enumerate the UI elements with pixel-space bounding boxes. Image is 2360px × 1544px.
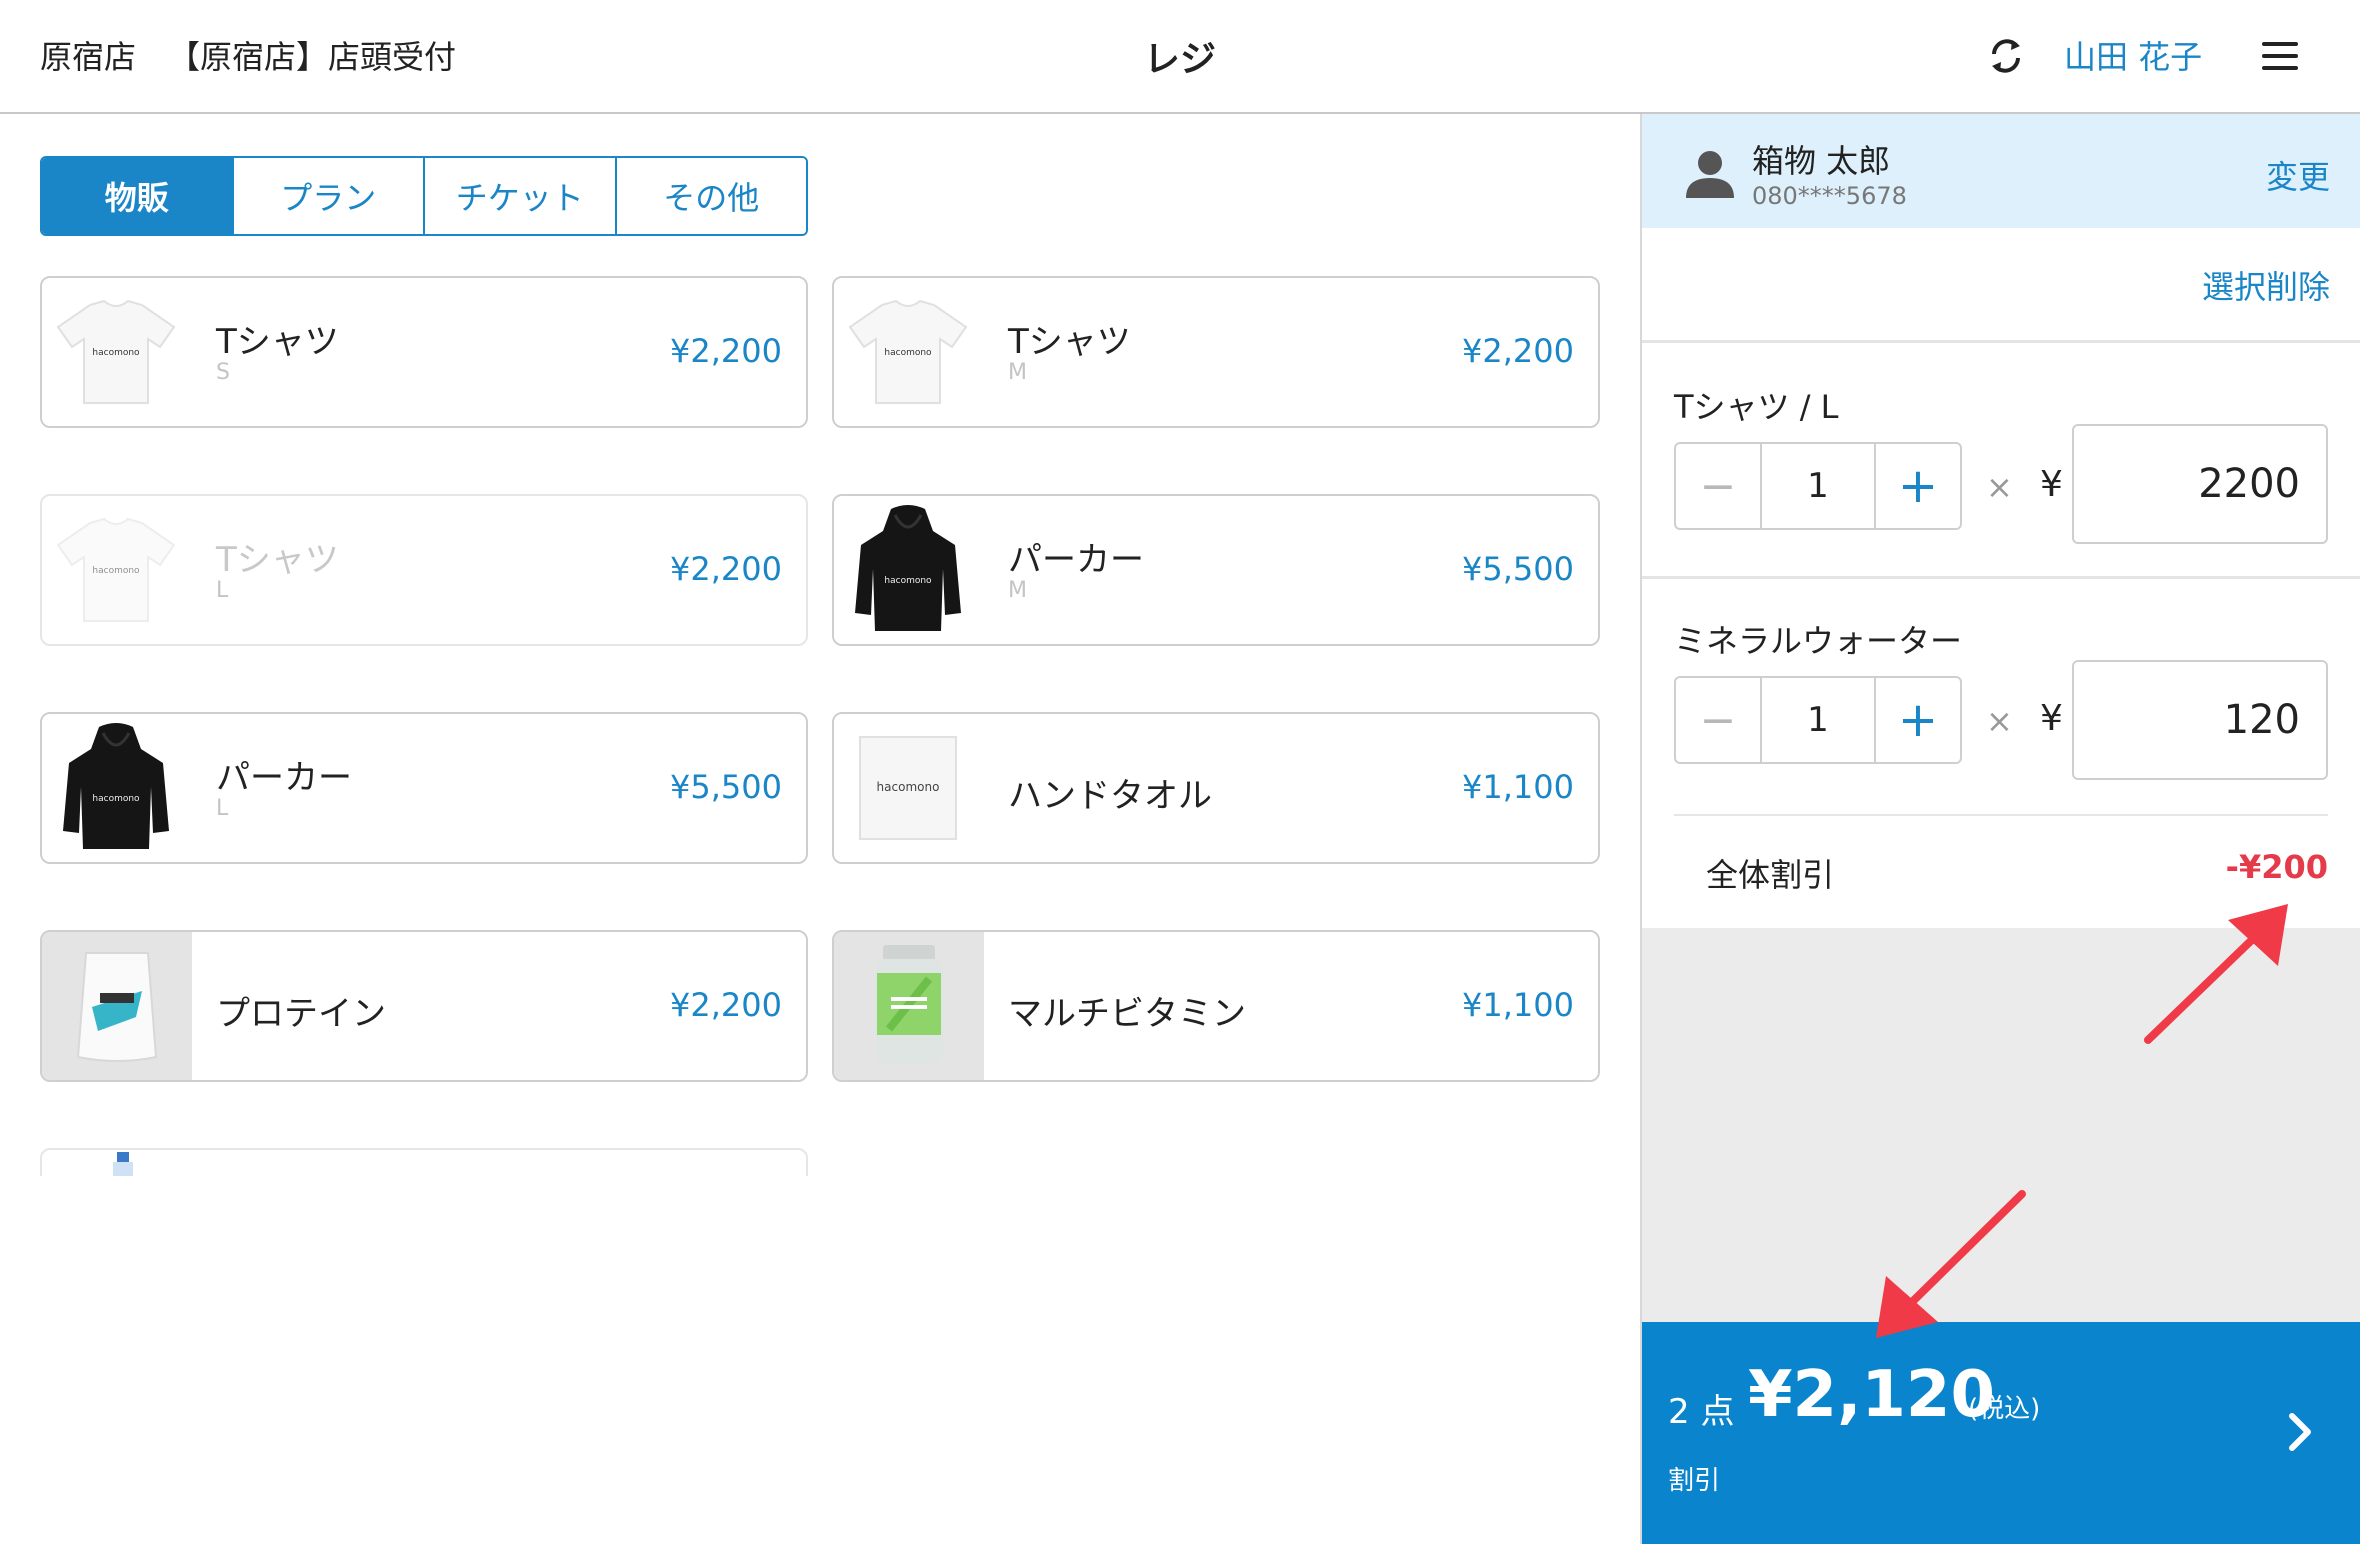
- store-name[interactable]: 原宿店: [40, 32, 136, 78]
- customer-name: 箱物 太郎: [1752, 142, 1891, 180]
- cart-item-title: Tシャツ / L: [1674, 388, 1839, 426]
- product-price: ¥2,200: [1462, 332, 1574, 370]
- towel-image: hacomono: [844, 724, 972, 852]
- tshirt-image: hacomono: [52, 506, 180, 634]
- product-price: ¥2,200: [670, 986, 782, 1024]
- customer-header: 箱物 太郎 080****5678 変更: [1642, 114, 2360, 228]
- product-card[interactable]: hacomono パーカー M ¥5,500: [832, 494, 1600, 646]
- tshirt-image: hacomono: [844, 288, 972, 416]
- product-name: Tシャツ: [216, 322, 339, 362]
- decrement-button[interactable]: −: [1676, 678, 1762, 762]
- quantity-stepper: − 1 +: [1674, 676, 1962, 764]
- tshirt-image: hacomono: [52, 288, 180, 416]
- tax-note: (税込): [1968, 1394, 2041, 1424]
- page-title: レジ: [1143, 39, 1216, 80]
- product-price: ¥1,100: [1462, 986, 1574, 1024]
- currency-symbol: ¥: [2040, 464, 2063, 505]
- quantity-stepper: − 1 +: [1674, 442, 1962, 530]
- product-variant: S: [216, 360, 230, 385]
- increment-button[interactable]: +: [1874, 678, 1960, 762]
- sync-icon[interactable]: [1986, 34, 2026, 78]
- tab-ticket[interactable]: チケット: [425, 158, 617, 234]
- product-variant: L: [216, 796, 229, 821]
- product-price: ¥2,200: [670, 550, 782, 588]
- product-variant: L: [216, 578, 229, 603]
- svg-text:hacomono: hacomono: [877, 780, 940, 794]
- product-price: ¥5,500: [1462, 550, 1574, 588]
- staff-user-name[interactable]: 山田 花子: [2064, 32, 2202, 78]
- unit-price-input[interactable]: 120: [2072, 660, 2328, 780]
- product-card[interactable]: hacomono パーカー L ¥5,500: [40, 712, 808, 864]
- currency-symbol: ¥: [2040, 698, 2063, 739]
- product-card[interactable]: hacomono ハンドタオル ¥1,100: [832, 712, 1600, 864]
- total-amount: ¥2,120: [1748, 1358, 1995, 1432]
- person-icon: [1686, 151, 1734, 198]
- product-card[interactable]: プロテイン ¥2,200: [40, 930, 808, 1082]
- unit-price-input[interactable]: 2200: [2072, 424, 2328, 544]
- svg-text:hacomono: hacomono: [92, 794, 140, 804]
- multiply-icon: ×: [1986, 702, 2013, 740]
- hoodie-image: hacomono: [52, 723, 180, 852]
- empty-area: [1642, 928, 2360, 1336]
- svg-text:hacomono: hacomono: [92, 348, 140, 358]
- svg-text:hacomono: hacomono: [884, 576, 932, 586]
- customer-phone: 080****5678: [1752, 182, 1907, 210]
- hoodie-image: hacomono: [844, 505, 972, 634]
- product-name: ハンドタオル: [1008, 776, 1212, 816]
- item-count: 2 点: [1668, 1392, 1735, 1432]
- delete-selected-button[interactable]: 選択削除: [2202, 262, 2330, 308]
- tab-other[interactable]: その他: [616, 158, 806, 234]
- total-discount-value[interactable]: -¥200: [2226, 848, 2328, 886]
- quantity-value[interactable]: 1: [1762, 444, 1874, 528]
- product-name: マルチビタミン: [1008, 994, 1246, 1034]
- product-price: ¥5,500: [670, 768, 782, 806]
- product-name: Tシャツ: [216, 540, 339, 580]
- change-customer-button[interactable]: 変更: [2266, 152, 2330, 198]
- chevron-right-icon[interactable]: [2280, 1408, 2320, 1456]
- hamburger-menu-icon[interactable]: [2262, 42, 2298, 70]
- increment-button[interactable]: +: [1874, 444, 1960, 528]
- multiply-icon: ×: [1986, 468, 2013, 506]
- divider: [1674, 814, 2328, 816]
- tab-goods[interactable]: 物販: [42, 158, 234, 234]
- product-price: ¥1,100: [1462, 768, 1574, 806]
- total-discount-label[interactable]: 全体割引: [1706, 850, 1834, 896]
- category-tabs: 物販 プラン チケット その他: [40, 156, 808, 236]
- product-card[interactable]: hacomono Tシャツ M ¥2,200: [832, 276, 1600, 428]
- top-bar: 原宿店 【原宿店】店頭受付 レジ 山田 花子: [0, 0, 2360, 114]
- tab-plan[interactable]: プラン: [233, 158, 425, 234]
- product-card[interactable]: hacomono Tシャツ S ¥2,200: [40, 276, 808, 428]
- vitamin-bottle-image: [834, 932, 984, 1080]
- product-grid: hacomono Tシャツ S ¥2,200 hacomono Tシャツ M ¥…: [40, 276, 1600, 1176]
- product-card-disabled: hacomono Tシャツ L ¥2,200: [40, 494, 808, 646]
- product-variant: M: [1008, 360, 1027, 385]
- quantity-value[interactable]: 1: [1762, 678, 1874, 762]
- divider: [1642, 340, 2360, 343]
- water-bottle-image: [52, 1152, 180, 1176]
- svg-text:hacomono: hacomono: [92, 566, 140, 576]
- checkout-bar[interactable]: 2 点 ¥2,120 (税込) 割引: [1642, 1322, 2360, 1544]
- product-name: パーカー: [216, 758, 352, 798]
- counter-name[interactable]: 【原宿店】店頭受付: [168, 32, 456, 78]
- discount-note: 割引: [1668, 1466, 1721, 1496]
- product-name: パーカー: [1008, 540, 1144, 580]
- cart-item-title: ミネラルウォーター: [1674, 622, 1963, 660]
- protein-image: [42, 932, 192, 1080]
- product-variant: M: [1008, 578, 1027, 603]
- product-card[interactable]: マルチビタミン ¥1,100: [832, 930, 1600, 1082]
- divider: [1642, 576, 2360, 579]
- decrement-button[interactable]: −: [1676, 444, 1762, 528]
- svg-text:hacomono: hacomono: [884, 348, 932, 358]
- product-name: Tシャツ: [1008, 322, 1131, 362]
- cart-panel: 箱物 太郎 080****5678 変更 選択削除 Tシャツ / L − 1 +…: [1642, 114, 2360, 1544]
- product-price: ¥2,200: [670, 332, 782, 370]
- product-card-partial[interactable]: [40, 1148, 808, 1176]
- product-name: プロテイン: [216, 994, 386, 1034]
